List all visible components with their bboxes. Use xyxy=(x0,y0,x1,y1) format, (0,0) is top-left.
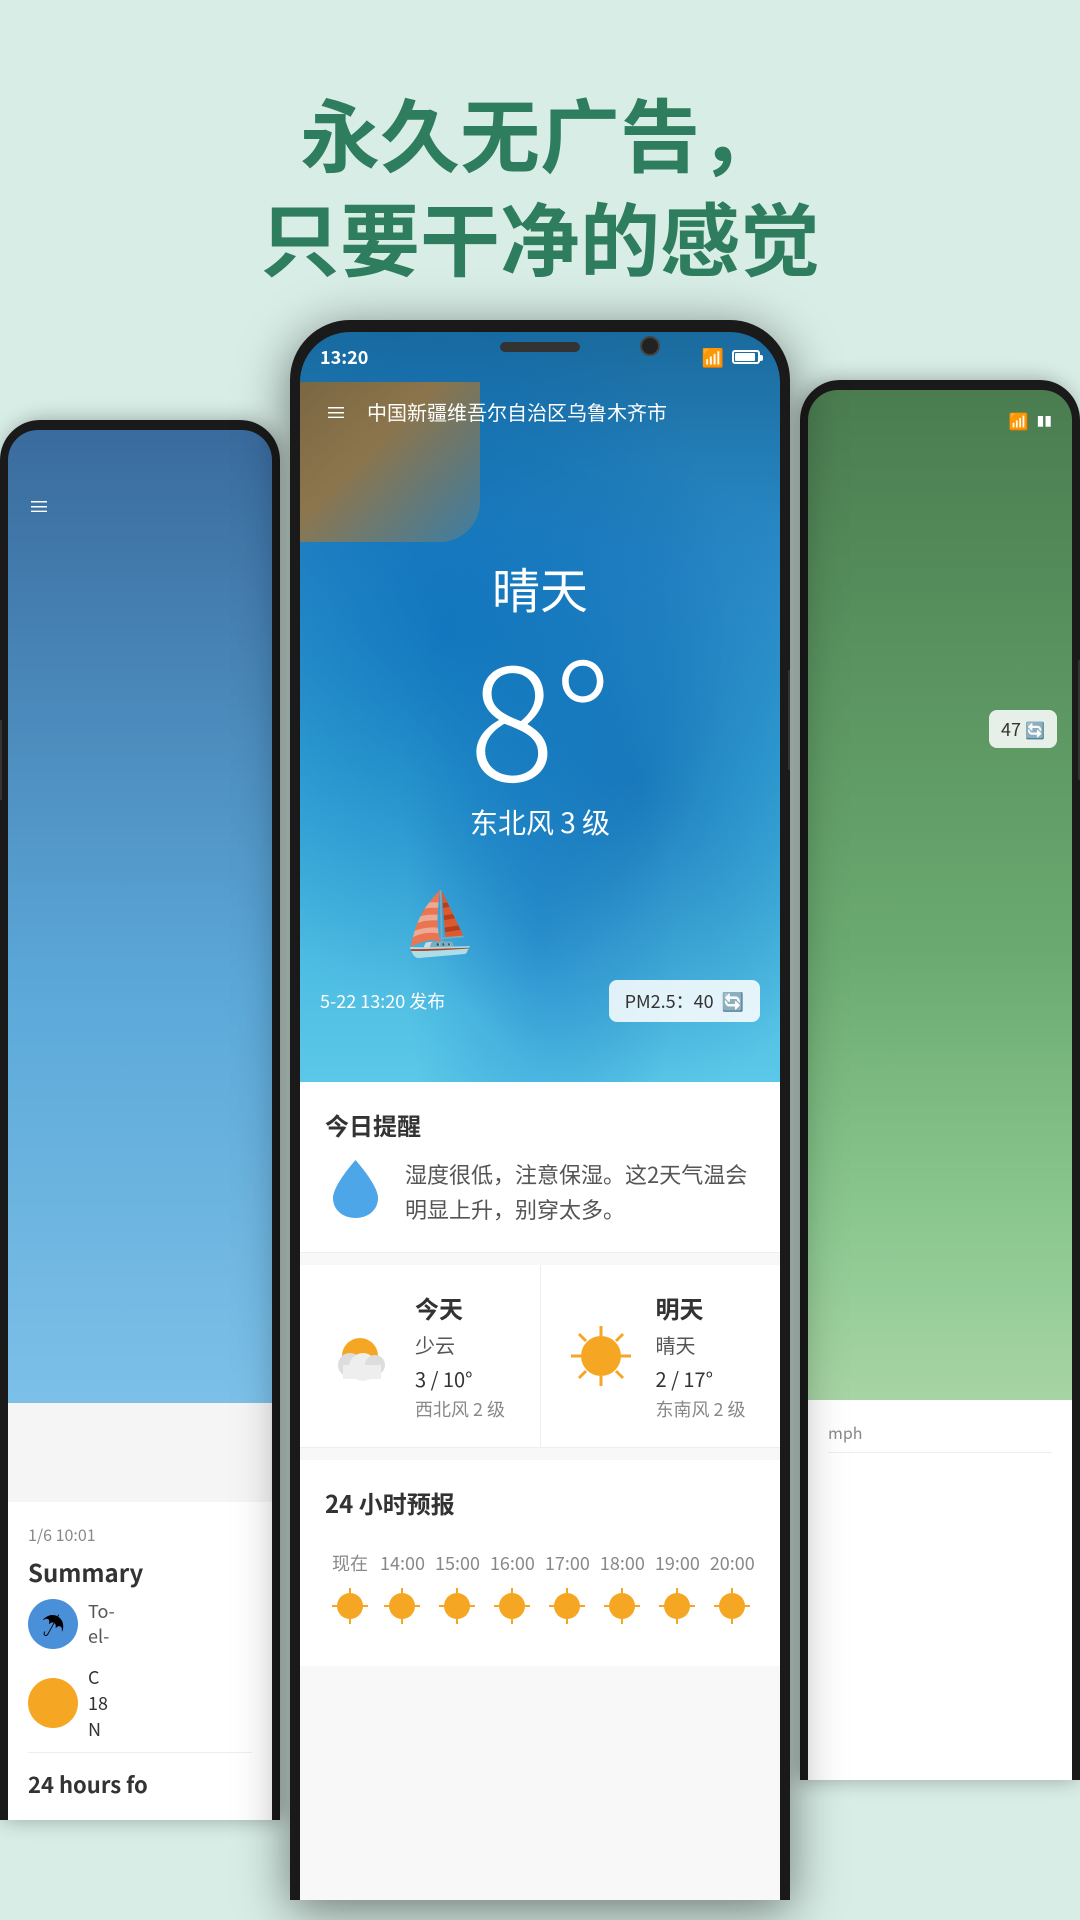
phone-main: 13:20 📶 ≡ 中国新疆维吾尔自治区乌鲁木齐市 xyxy=(290,320,790,1900)
left-phone-date: 1/6 10:01 xyxy=(28,1522,252,1546)
reminder-content: 湿度很低，注意保湿。这2天气温会明显上升，别穿太多。 xyxy=(325,1157,755,1227)
wifi-icon: 📶 xyxy=(702,344,724,370)
hourly-icon xyxy=(437,1586,477,1626)
hourly-item: 18:00 xyxy=(595,1540,650,1641)
pm25-badge: PM2.5：40 🔄 xyxy=(609,980,760,1022)
phone-right-screen: 📶 ▮▮ 47 🔄 mph xyxy=(808,390,1072,1780)
hourly-item: 20:00 xyxy=(705,1540,755,1641)
hourly-time: 现在 xyxy=(330,1550,370,1576)
menu-button[interactable]: ≡ xyxy=(325,401,347,423)
phone-left-content: ≡ xyxy=(8,430,272,562)
weather-background: 13:20 📶 ≡ 中国新疆维吾尔自治区乌鲁木齐市 xyxy=(300,332,780,1082)
phones-container: ≡ 1/6 10:01 Summary ☂ To-el- C18N 24 hou… xyxy=(0,320,1080,1920)
hourly-item: 16:00 xyxy=(485,1540,540,1641)
hourly-time: 18:00 xyxy=(600,1550,645,1576)
boat-decoration: ⛵ xyxy=(396,872,478,965)
phone-left-screen: ≡ 1/6 10:01 Summary ☂ To-el- C18N 24 hou… xyxy=(8,430,272,1820)
left-phone-summary: Summary xyxy=(28,1554,252,1589)
phone-right-bottom: mph xyxy=(808,1400,1072,1780)
hourly-icon xyxy=(547,1586,587,1626)
today-label: 今天 xyxy=(415,1290,515,1325)
water-drop-icon xyxy=(325,1157,385,1217)
tomorrow-wind: 东南风 2 级 xyxy=(656,1396,756,1422)
phone-right: 📶 ▮▮ 47 🔄 mph xyxy=(800,380,1080,1780)
forecast-section: 今天 少云 3 / 10° 西北风 2 级 xyxy=(300,1265,780,1448)
hourly-time: 19:00 xyxy=(655,1550,700,1576)
header-line1: 永久无广告， xyxy=(0,80,1080,184)
menu-icon-left: ≡ xyxy=(28,490,252,522)
today-details: 今天 少云 3 / 10° 西北风 2 级 xyxy=(415,1290,515,1422)
header-section: 永久无广告， 只要干净的感觉 xyxy=(0,80,1080,288)
hourly-item: 17:00 xyxy=(540,1540,595,1641)
hourly-item: 现在 xyxy=(325,1540,375,1641)
hourly-scroll[interactable]: 现在 14:00 15:00 xyxy=(325,1540,755,1641)
forecast-today: 今天 少云 3 / 10° 西北风 2 级 xyxy=(300,1265,541,1447)
tomorrow-icon xyxy=(566,1321,636,1391)
reminder-text: 湿度很低，注意保湿。这2天气温会明显上升，别穿太多。 xyxy=(405,1157,755,1227)
location-label: 中国新疆维吾尔自治区乌鲁木齐市 xyxy=(367,397,755,426)
weather-info: 晴天 8° 东北风 3 级 xyxy=(300,552,780,842)
refresh-icon[interactable]: 🔄 xyxy=(722,988,744,1014)
left-umbrella-item: ☂ To-el- xyxy=(28,1599,252,1649)
today-condition: 少云 xyxy=(415,1330,515,1359)
hourly-section: 24 小时预报 现在 14:00 xyxy=(300,1460,780,1666)
hourly-time: 15:00 xyxy=(435,1550,480,1576)
left-today-item: C18N xyxy=(28,1664,252,1742)
today-wind: 西北风 2 级 xyxy=(415,1396,515,1422)
content-area: 今日提醒 湿度很低，注意保湿。这2天气温会明显上升，别穿太多。 xyxy=(300,1082,780,1900)
hourly-item: 15:00 xyxy=(430,1540,485,1641)
left-item-text: To-el- xyxy=(88,1599,115,1649)
tomorrow-details: 明天 晴天 2 / 17° 东南风 2 级 xyxy=(656,1290,756,1422)
status-time: 13:20 xyxy=(320,344,368,370)
top-nav[interactable]: ≡ 中国新疆维吾尔自治区乌鲁木齐市 xyxy=(300,382,780,441)
hourly-time: 17:00 xyxy=(545,1550,590,1576)
hourly-icon xyxy=(712,1586,752,1626)
hourly-icon xyxy=(602,1586,642,1626)
forecast-tomorrow: 明天 晴天 2 / 17° 东南风 2 级 xyxy=(541,1265,781,1447)
phone-left: ≡ 1/6 10:01 Summary ☂ To-el- C18N 24 hou… xyxy=(0,420,280,1820)
hourly-item: 19:00 xyxy=(650,1540,705,1641)
phone-right-badge: 47 🔄 xyxy=(989,710,1057,748)
hourly-item: 14:00 xyxy=(375,1540,430,1641)
status-bar: 13:20 📶 xyxy=(300,332,780,382)
phone-main-screen: 13:20 📶 ≡ 中国新疆维吾尔自治区乌鲁木齐市 xyxy=(300,332,780,1900)
phone-left-side-btn xyxy=(0,720,2,800)
reminder-section: 今日提醒 湿度很低，注意保湿。这2天气温会明显上升，别穿太多。 xyxy=(300,1082,780,1253)
sun-icon-left xyxy=(28,1678,78,1728)
status-icons: 📶 xyxy=(702,344,760,370)
publish-time: 5-22 13:20 发布 xyxy=(320,988,445,1014)
hourly-time: 16:00 xyxy=(490,1550,535,1576)
hourly-icon xyxy=(492,1586,532,1626)
hourly-title: 24 小时预报 xyxy=(325,1485,755,1520)
phone-left-bottom: 1/6 10:01 Summary ☂ To-el- C18N 24 hours… xyxy=(8,1502,272,1820)
pm25-label: PM2.5：40 xyxy=(625,988,714,1014)
bottom-info-bar: 5-22 13:20 发布 PM2.5：40 🔄 xyxy=(320,980,760,1022)
today-temp: 3 / 10° xyxy=(415,1364,515,1393)
left-24h-label: 24 hours fo xyxy=(28,1752,252,1800)
weather-wind: 东北风 3 级 xyxy=(300,802,780,842)
hourly-time: 20:00 xyxy=(710,1550,755,1576)
hourly-icon xyxy=(382,1586,422,1626)
tomorrow-temp: 2 / 17° xyxy=(656,1364,756,1393)
left-today-text: C18N xyxy=(88,1664,108,1742)
app-background: 永久无广告， 只要干净的感觉 ≡ 1/6 10:01 Summary ☂ To-… xyxy=(0,0,1080,1920)
hourly-icon xyxy=(330,1586,370,1626)
tomorrow-condition: 晴天 xyxy=(656,1330,756,1359)
tomorrow-label: 明天 xyxy=(656,1290,756,1325)
umbrella-icon: ☂ xyxy=(28,1599,78,1649)
weather-temperature: 8° xyxy=(300,632,780,792)
phone-main-right-btn xyxy=(788,670,790,770)
today-icon xyxy=(325,1321,395,1391)
phone-right-status: 📶 ▮▮ xyxy=(1009,408,1052,432)
hourly-time: 14:00 xyxy=(380,1550,425,1576)
reminder-title: 今日提醒 xyxy=(325,1107,755,1142)
battery-icon xyxy=(732,350,760,364)
hourly-icon xyxy=(657,1586,697,1626)
header-line2: 只要干净的感觉 xyxy=(0,184,1080,288)
